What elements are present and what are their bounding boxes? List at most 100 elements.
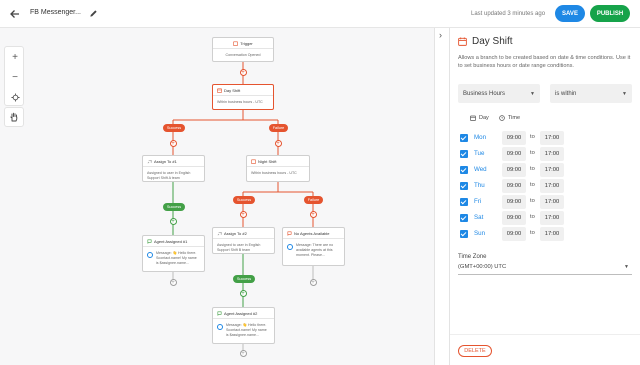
start-time-input[interactable]: 09:00 xyxy=(502,147,526,161)
message-icon xyxy=(217,311,222,316)
day-label: Mon xyxy=(474,134,487,141)
panel-collapse-strip[interactable]: › xyxy=(434,28,450,365)
delete-button[interactable]: DELETE xyxy=(458,345,492,357)
add-step-button[interactable]: + xyxy=(239,350,247,357)
start-time-input[interactable]: 09:00 xyxy=(502,227,526,241)
node-title: Agent Assigned #2 xyxy=(224,310,258,316)
add-step-button[interactable]: + xyxy=(239,290,247,297)
node-assign-to-1[interactable]: Assign To #1 Assigned to user in English… xyxy=(142,155,205,182)
node-title: Agent Assigned #1 xyxy=(154,238,188,244)
start-time-input[interactable]: 09:00 xyxy=(502,211,526,225)
node-agent-assigned-2[interactable]: Agent Assigned #2 Message: 👋 Hello there… xyxy=(212,307,275,344)
add-step-button[interactable]: + xyxy=(309,279,317,286)
end-time-input[interactable]: 17:00 xyxy=(540,195,564,209)
day-column-header: Day xyxy=(470,115,489,121)
save-button[interactable]: SAVE xyxy=(555,5,585,22)
add-step-button[interactable]: + xyxy=(169,218,177,225)
to-label: to xyxy=(530,150,535,156)
day-label: Sun xyxy=(474,230,486,237)
day-row-sat: Sat 09:00 to 17:00 xyxy=(460,211,630,225)
chevron-right-icon[interactable]: › xyxy=(439,30,442,40)
end-time-input[interactable]: 17:00 xyxy=(540,147,564,161)
to-label: to xyxy=(530,230,535,236)
edit-pencil-icon[interactable] xyxy=(89,9,98,18)
day-checkbox[interactable] xyxy=(460,214,468,222)
day-row-mon: Mon 09:00 to 17:00 xyxy=(460,131,630,145)
day-checkbox[interactable] xyxy=(460,230,468,238)
add-step-button[interactable]: + xyxy=(169,279,177,286)
node-body: Conversation Opened xyxy=(225,53,261,57)
day-header-label: Day xyxy=(479,115,489,121)
timezone-underline xyxy=(458,274,632,275)
add-step-button[interactable]: + xyxy=(239,69,247,76)
end-time-input[interactable]: 17:00 xyxy=(540,211,564,225)
node-body: Assigned to user in English Support Shif… xyxy=(217,243,261,252)
message-icon xyxy=(287,231,292,236)
node-night-shift[interactable]: Night Shift Within business hours - UTC xyxy=(246,155,310,182)
node-no-agents-available[interactable]: No Agents Available Message: There are n… xyxy=(282,227,345,266)
end-time-input[interactable]: 17:00 xyxy=(540,163,564,177)
node-agent-assigned-1[interactable]: Agent Assigned #1 Message: 👋 Hello there… xyxy=(142,235,205,272)
day-label: Wed xyxy=(474,166,487,173)
trigger-icon xyxy=(233,41,239,46)
messenger-icon xyxy=(217,324,223,330)
chevron-down-icon: ▼ xyxy=(530,91,535,97)
to-label: to xyxy=(530,198,535,204)
day-checkbox[interactable] xyxy=(460,198,468,206)
node-trigger[interactable]: Trigger Conversation Opened xyxy=(212,37,274,62)
day-row-wed: Wed 09:00 to 17:00 xyxy=(460,163,630,177)
panel-description: Allows a branch to be created based on d… xyxy=(458,55,631,69)
node-body: Within business hours - UTC xyxy=(251,171,297,175)
day-checkbox[interactable] xyxy=(460,166,468,174)
messenger-icon xyxy=(147,252,153,258)
node-assign-to-2[interactable]: Assign To #2 Assigned to user in English… xyxy=(212,227,275,254)
timezone-label: Time Zone xyxy=(458,254,487,260)
publish-button[interactable]: PUBLISH xyxy=(590,5,630,22)
add-step-button[interactable]: + xyxy=(239,211,247,218)
timezone-select[interactable]: (GMT+00:00) UTC xyxy=(458,264,506,270)
chevron-down-icon: ▼ xyxy=(622,91,627,97)
branch-success-pill: Success xyxy=(233,196,255,204)
to-label: to xyxy=(530,214,535,220)
chevron-down-icon[interactable]: ▼ xyxy=(624,264,629,270)
add-step-button[interactable]: + xyxy=(169,140,177,147)
add-step-button[interactable]: + xyxy=(274,140,282,147)
assign-icon xyxy=(217,231,222,235)
top-bar: FB Messenger... Last updated 3 minutes a… xyxy=(0,0,640,28)
condition-operator-select[interactable]: is within ▼ xyxy=(550,84,632,103)
day-row-tue: Tue 09:00 to 17:00 xyxy=(460,147,630,161)
start-time-input[interactable]: 09:00 xyxy=(502,179,526,193)
day-row-sun: Sun 09:00 to 17:00 xyxy=(460,227,630,241)
panel-divider xyxy=(450,334,640,335)
time-header-label: Time xyxy=(508,115,521,121)
add-step-button[interactable]: + xyxy=(309,211,317,218)
select-value: is within xyxy=(555,90,577,97)
time-column-header: Time xyxy=(499,115,520,121)
to-label: to xyxy=(530,134,535,140)
start-time-input[interactable]: 09:00 xyxy=(502,195,526,209)
end-time-input[interactable]: 17:00 xyxy=(540,227,564,241)
calendar-icon xyxy=(217,88,222,93)
end-time-input[interactable]: 17:00 xyxy=(540,131,564,145)
node-body: Message: 👋 Hello there. Scontact.name! M… xyxy=(226,323,267,337)
day-checkbox[interactable] xyxy=(460,134,468,142)
end-time-input[interactable]: 17:00 xyxy=(540,179,564,193)
to-label: to xyxy=(530,182,535,188)
start-time-input[interactable]: 09:00 xyxy=(502,163,526,177)
day-checkbox[interactable] xyxy=(460,150,468,158)
clock-icon xyxy=(499,115,505,121)
condition-field-select[interactable]: Business Hours ▼ xyxy=(458,84,540,103)
day-label: Tue xyxy=(474,150,485,157)
day-label: Fri xyxy=(474,198,482,205)
node-body: Message: 👋 Hello there. Scontact.name! M… xyxy=(156,251,197,265)
branch-success-pill: Success xyxy=(163,124,185,132)
node-title: No Agents Available xyxy=(294,230,330,236)
branch-failure-pill: Failure xyxy=(304,196,323,204)
workflow-canvas[interactable]: + − Trigger Conversation Opened + Day Sh… xyxy=(0,28,434,365)
node-body: Assigned to user in English Support Shif… xyxy=(147,171,191,180)
node-day-shift[interactable]: Day Shift Within business hours - UTC xyxy=(212,84,274,110)
node-title: Trigger xyxy=(240,40,253,46)
day-checkbox[interactable] xyxy=(460,182,468,190)
start-time-input[interactable]: 09:00 xyxy=(502,131,526,145)
back-arrow-icon[interactable] xyxy=(9,8,21,20)
